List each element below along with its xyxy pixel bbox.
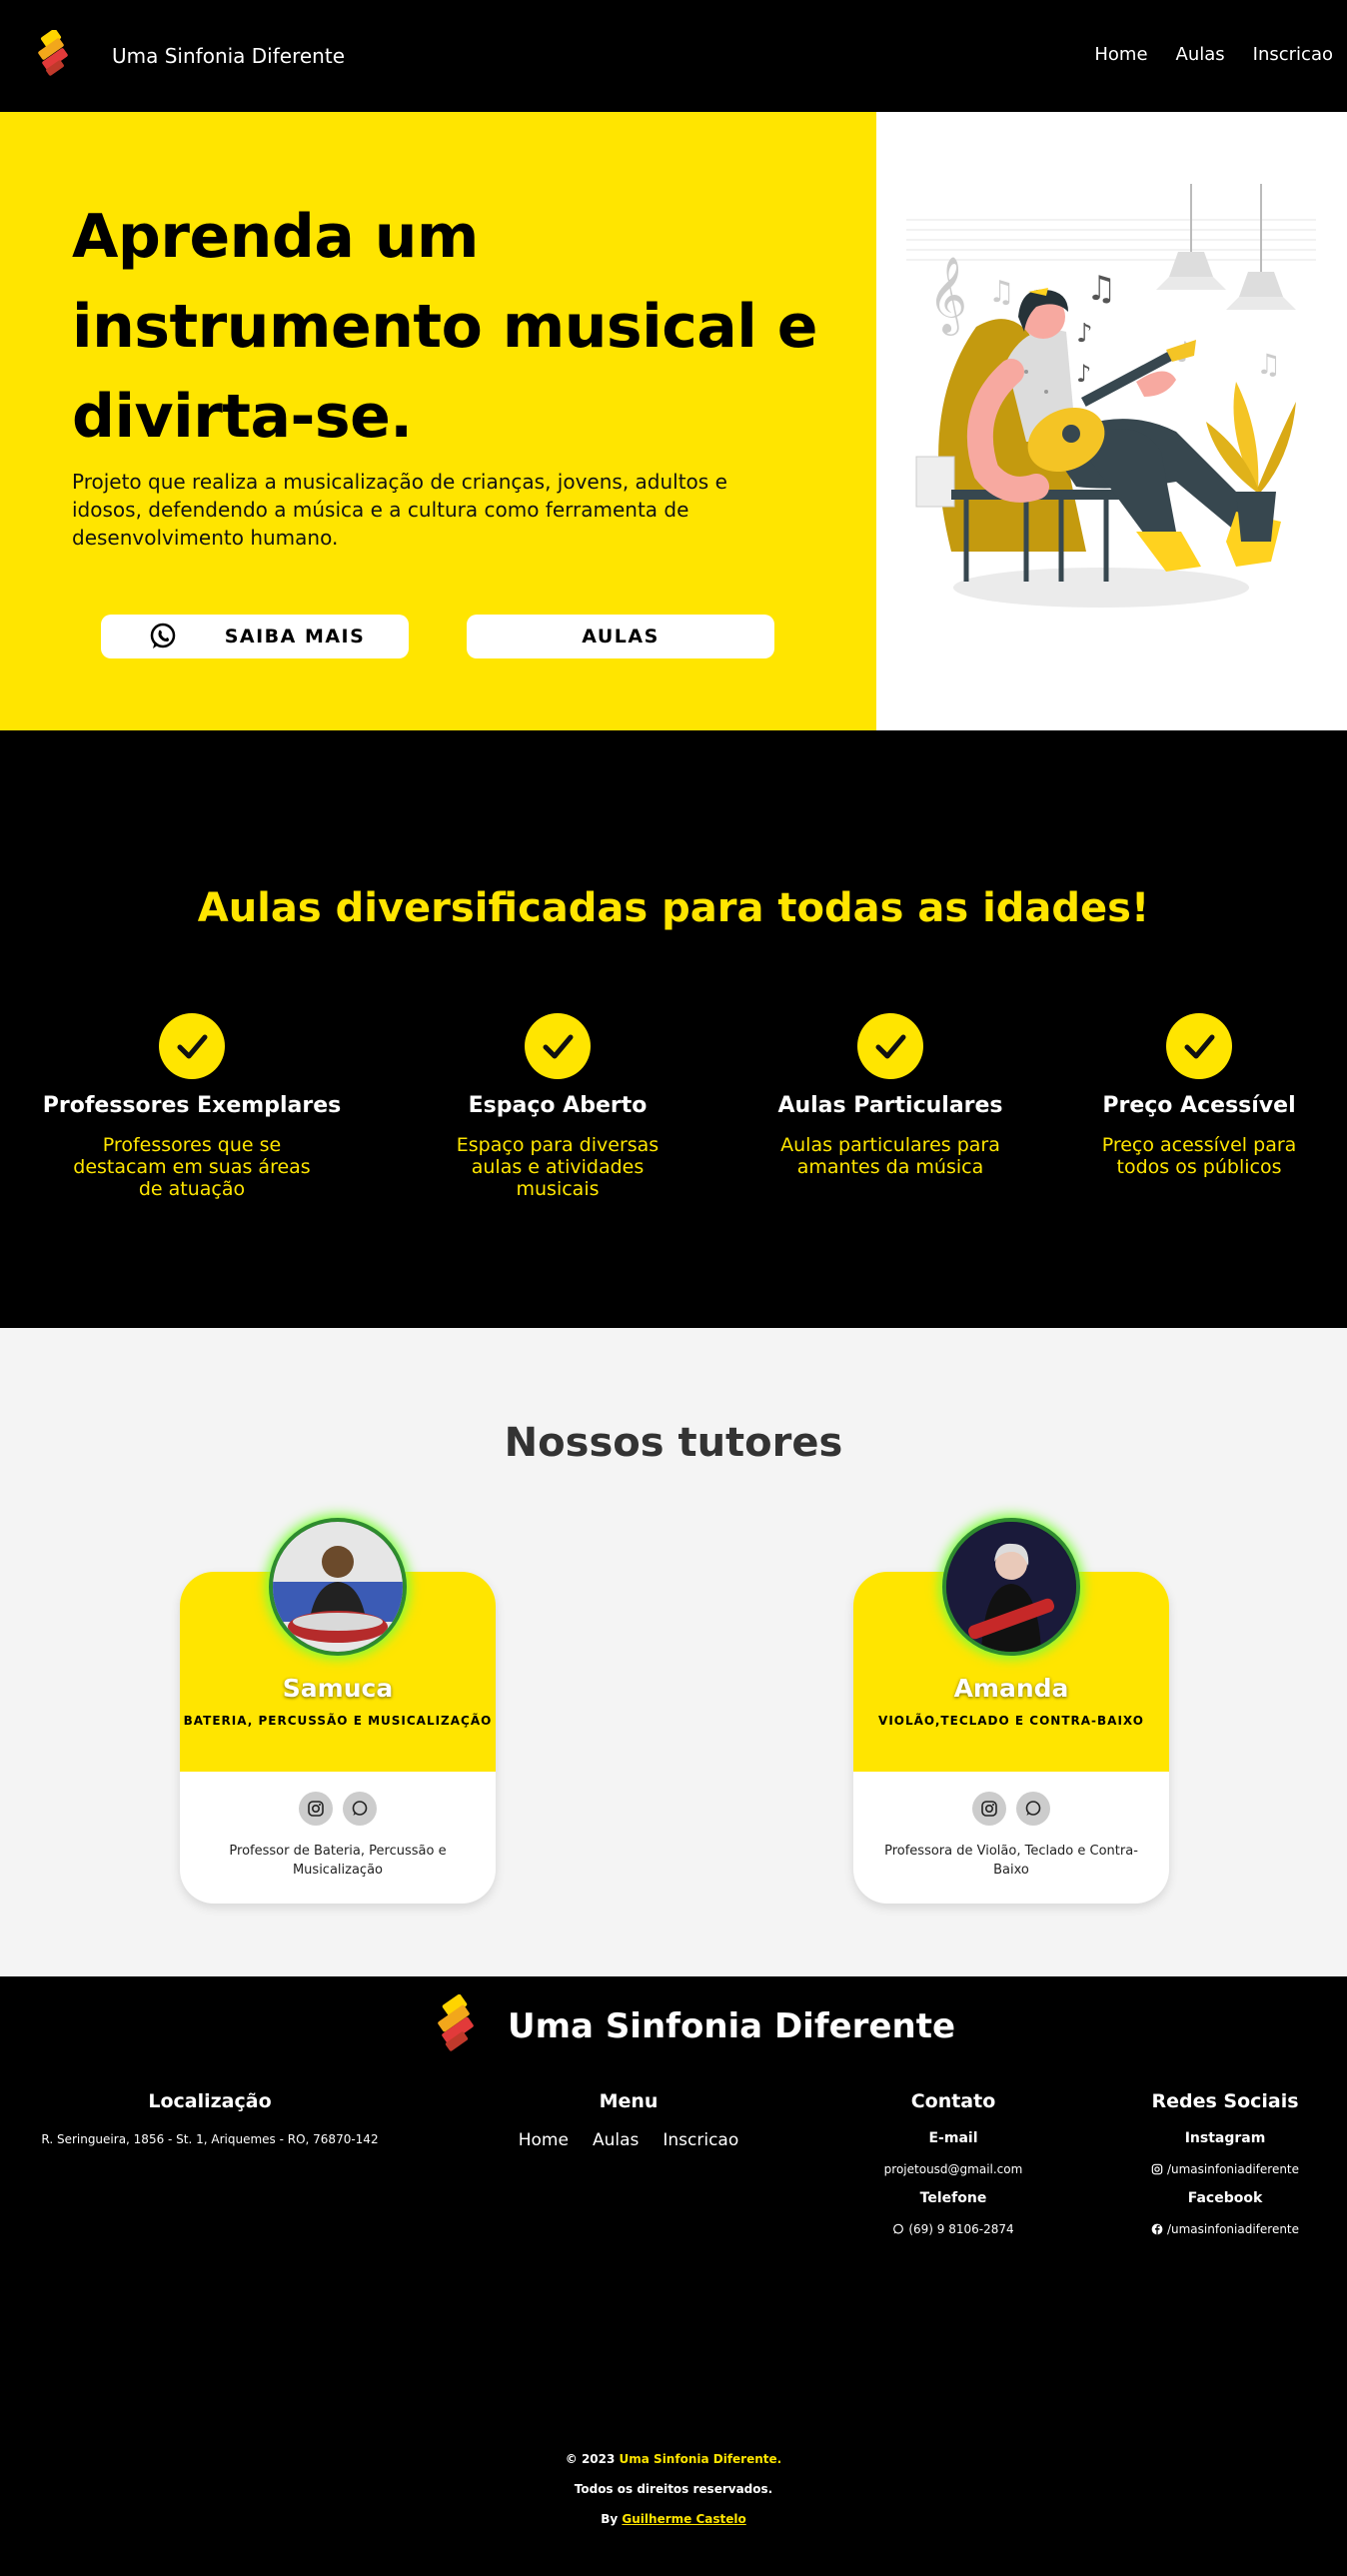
author-link[interactable]: Guilherme Castelo (622, 2512, 745, 2526)
copyright-year: © 2023 (565, 2452, 616, 2466)
tutor-avatar-amanda (942, 1518, 1080, 1656)
rights-text: Todos os direitos reservados. (574, 2482, 773, 2496)
instagram-label: Instagram (1184, 2130, 1266, 2146)
logo-icon[interactable] (32, 30, 78, 80)
check-icon (525, 1013, 591, 1079)
hero-subtitle: Projeto que realiza a musicalização de c… (72, 470, 727, 550)
facebook-icon (1151, 2223, 1163, 2235)
tutor-socials (853, 1792, 1169, 1826)
copyright-line: © 2023 Uma Sinfonia Diferente. (0, 2452, 1347, 2466)
nav-links: Home Aulas Inscricao (1094, 44, 1333, 65)
feature-professores: Professores Exemplares Professores que s… (42, 1013, 342, 1200)
svg-text:𝄞: 𝄞 (928, 256, 967, 336)
copyright-brand: Uma Sinfonia Diferente. (619, 2452, 782, 2466)
nav-link-inscricao[interactable]: Inscricao (1253, 44, 1333, 65)
footer-location: Localização R. Seringueira, 1856 - St. 1… (40, 2090, 380, 2146)
footer-location-heading: Localização (148, 2090, 272, 2112)
facebook-row[interactable]: /umasinfoniadiferente (1125, 2222, 1325, 2236)
feature-aulas-particulares: Aulas Particulares Aulas particulares pa… (740, 1013, 1040, 1178)
svg-text:♫: ♫ (1086, 269, 1116, 309)
facebook-handle: /umasinfoniadiferente (1166, 2222, 1300, 2236)
check-icon (159, 1013, 225, 1079)
footer-social: Redes Sociais Instagram /umasinfoniadife… (1125, 2090, 1325, 2236)
saiba-mais-label: SAIBA MAIS (224, 626, 366, 647)
aulas-button[interactable]: AULAS (467, 615, 774, 658)
svg-text:♪: ♪ (1076, 360, 1091, 388)
tutor-avatar-samuca (269, 1518, 407, 1656)
footer-social-heading: Redes Sociais (1151, 2090, 1299, 2112)
feature-title: Aulas Particulares (777, 1093, 1003, 1118)
feature-espaco: Espaço Aberto Espaço para diversas aulas… (408, 1013, 707, 1200)
instagram-row[interactable]: /umasinfoniadiferente (1125, 2162, 1325, 2176)
tutor-socials (180, 1792, 496, 1826)
top-nav: Uma Sinfonia Diferente Home Aulas Inscri… (0, 0, 1347, 112)
email-value[interactable]: projetousd@gmail.com (853, 2162, 1053, 2176)
check-icon (1166, 1013, 1232, 1079)
instagram-icon[interactable] (299, 1792, 333, 1826)
whatsapp-icon (150, 623, 176, 648)
by-label: By (601, 2512, 619, 2526)
check-icon (857, 1013, 923, 1079)
whatsapp-icon (893, 2223, 904, 2234)
tutor-role: VIOLÃO,TECLADO E CONTRA-BAIXO (878, 1714, 1144, 1728)
tutor-desc: Professor de Bateria, Percussão e Musica… (229, 1844, 447, 1878)
feature-title: Professores Exemplares (42, 1093, 342, 1118)
feature-desc: Espaço para diversas aulas e atividades … (456, 1134, 660, 1200)
feature-desc: Preço acessível para todos os públicos (1101, 1134, 1297, 1178)
feature-desc: Aulas particulares para amantes da músic… (780, 1134, 1000, 1178)
feature-title: Espaço Aberto (468, 1093, 648, 1118)
tutor-role: BATERIA, PERCUSSÃO E MUSICALIZAÇÃO (183, 1714, 493, 1728)
nav-link-aulas[interactable]: Aulas (1176, 44, 1225, 65)
hero-section: Aprenda um instrumento musical e divirta… (0, 112, 876, 730)
instagram-icon[interactable] (972, 1792, 1006, 1826)
facebook-label: Facebook (1187, 2190, 1263, 2206)
instagram-icon (1151, 2163, 1163, 2175)
svg-text:♫: ♫ (988, 275, 1015, 310)
saiba-mais-button[interactable]: SAIBA MAIS (101, 615, 409, 658)
feature-preco: Preço Acessível Preço acessível para tod… (1049, 1013, 1347, 1178)
whatsapp-icon[interactable] (343, 1792, 377, 1826)
guitar-girl-illustration: 𝄞 ♫ ♫ ♪ ♪ ♪ ♫ (906, 184, 1316, 608)
features-heading: Aulas diversificadas para todas as idade… (197, 885, 1150, 931)
phone-label: Telefone (919, 2190, 987, 2206)
instagram-handle: /umasinfoniadiferente (1166, 2162, 1300, 2176)
footer-link-home[interactable]: Home (519, 2130, 569, 2150)
tutor-desc: Professora de Violão, Teclado e Contra-B… (884, 1844, 1138, 1878)
features-section: Aulas diversificadas para todas as idade… (0, 730, 1347, 1328)
feature-title: Preço Acessível (1102, 1093, 1296, 1118)
whatsapp-icon[interactable] (1016, 1792, 1050, 1826)
footer-menu-heading: Menu (599, 2090, 659, 2112)
phone-value: (69) 9 8106-2874 (908, 2222, 1014, 2236)
hero-illustration: 𝄞 ♫ ♫ ♪ ♪ ♪ ♫ (876, 112, 1347, 730)
footer-contact: Contato E-mail projetousd@gmail.com Tele… (853, 2090, 1053, 2236)
tutors-heading: Nossos tutores (504, 1420, 843, 1466)
footer: Uma Sinfonia Diferente Localização R. Se… (0, 1976, 1347, 2576)
footer-menu: Menu Home Aulas Inscricao (470, 2090, 787, 2150)
hero-title: Aprenda um instrumento musical e divirta… (72, 202, 817, 452)
svg-text:♪: ♪ (1076, 319, 1093, 349)
phone-row[interactable]: (69) 9 8106-2874 (853, 2222, 1053, 2236)
nav-link-home[interactable]: Home (1094, 44, 1147, 65)
author-line: By Guilherme Castelo (0, 2512, 1347, 2526)
tutor-name: Samuca (282, 1674, 394, 1703)
nav-brand[interactable]: Uma Sinfonia Diferente (112, 44, 345, 68)
logo-icon[interactable] (432, 1994, 486, 2056)
tutors-section: Nossos tutores Samuca BATERIA, PERCUSSÃO… (0, 1328, 1347, 1976)
footer-contact-heading: Contato (910, 2090, 996, 2112)
email-label: E-mail (928, 2130, 978, 2146)
footer-brand[interactable]: Uma Sinfonia Diferente (508, 2006, 955, 2046)
tutor-name: Amanda (953, 1674, 1069, 1703)
footer-address: R. Seringueira, 1856 - St. 1, Ariquemes … (41, 2132, 379, 2146)
footer-link-inscricao[interactable]: Inscricao (663, 2130, 738, 2150)
footer-link-aulas[interactable]: Aulas (593, 2130, 639, 2150)
feature-desc: Professores que se destacam em suas área… (73, 1134, 311, 1200)
svg-text:♫: ♫ (1256, 348, 1281, 381)
footer-menu-links: Home Aulas Inscricao (470, 2130, 787, 2150)
